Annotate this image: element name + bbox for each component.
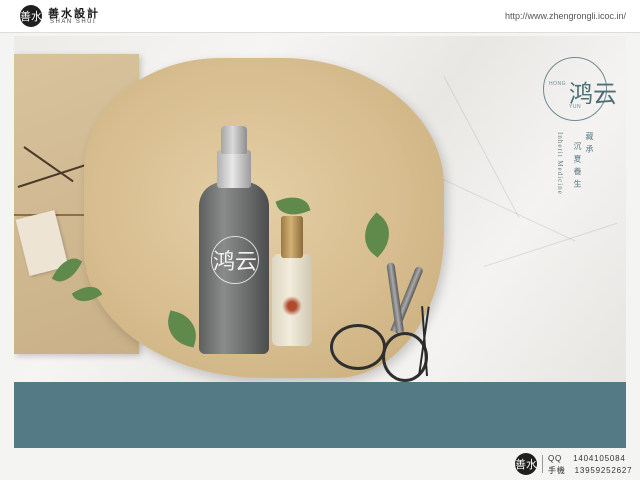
small-bottle-illustration [282, 296, 302, 316]
brand-vertical-cn-2: 沉 夏 養 生 [573, 142, 582, 189]
website-url[interactable]: http://www.zhengrongli.icoc.in/ [505, 11, 626, 21]
brand-vertical-en: Inherit Medicine [556, 132, 564, 195]
footer-seal-icon: 善水 [515, 453, 537, 475]
bottle-cap [221, 126, 247, 154]
logo-seal-text: 善水 [20, 10, 42, 23]
qq-label: QQ [548, 454, 563, 463]
qq-value: 1404105084 [573, 454, 626, 463]
large-spray-bottle: 鸿云 [199, 126, 269, 354]
logo-english-name: SHAN SHUI [50, 19, 97, 25]
brand-yun-label: YUN [569, 104, 582, 110]
product-photo: 鸿云 HONG 鸿云 YUN 藏 承 沉 夏 養 生 Inherit Medic… [14, 36, 626, 382]
header-bar: 善水 善水設計 SHAN SHUI http://www.zhengrongli… [0, 0, 640, 33]
bottle-logo: 鸿云 [211, 236, 259, 284]
phone-value: 13959252627 [574, 466, 633, 475]
brand-vertical-cn-1: 藏 承 [585, 132, 594, 154]
footer-phone-line: 手機 13959252627 [548, 465, 632, 476]
small-bottle-cap [281, 216, 303, 258]
footer-divider [542, 455, 543, 473]
footer-qq-line: QQ 1404105084 [548, 454, 626, 463]
logo-seal-icon: 善水 [20, 5, 42, 27]
footer-seal-text: 善水 [515, 458, 537, 471]
scissors-handle [330, 324, 386, 370]
small-spray-bottle [272, 216, 312, 346]
phone-label: 手機 [548, 466, 566, 475]
brand-hong-label: HONG [549, 81, 566, 87]
teal-color-band [14, 382, 626, 448]
bottle-neck [217, 150, 251, 188]
